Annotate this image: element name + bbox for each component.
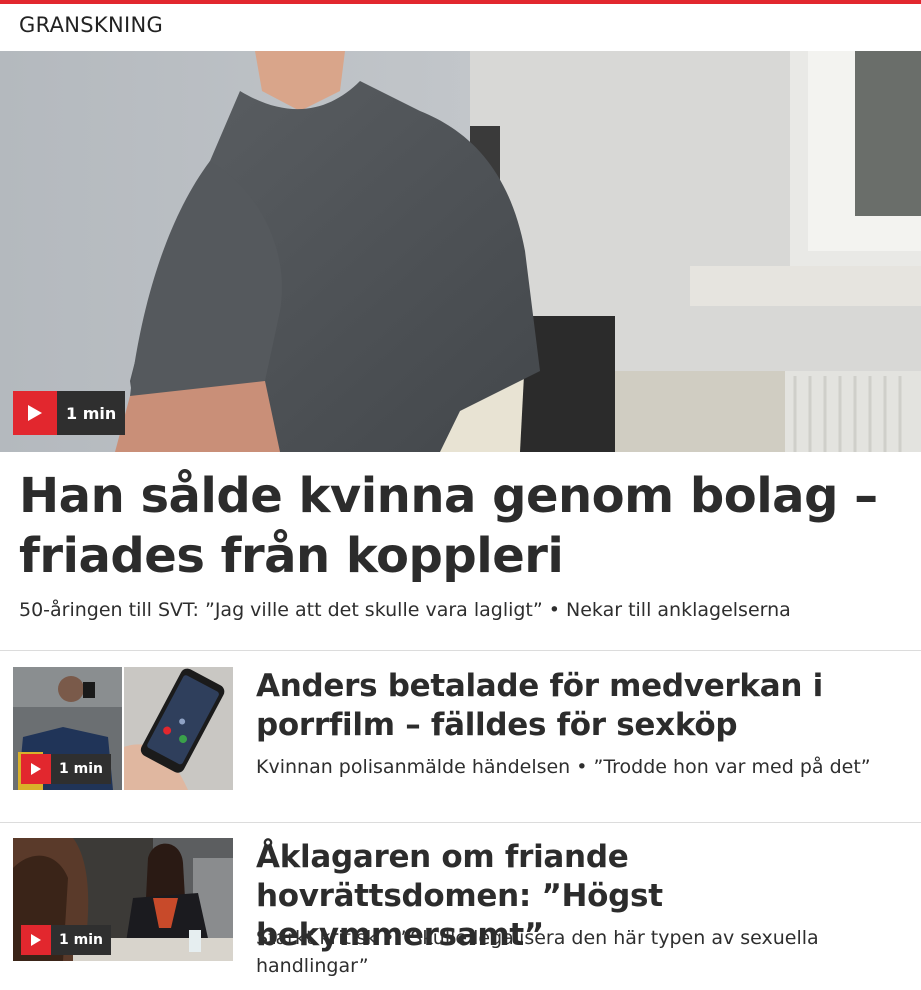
hero-image [0,51,921,452]
hero-video-thumbnail[interactable]: 1 min [0,51,921,452]
divider [0,650,921,651]
article-thumbnail[interactable]: 1 min [13,838,233,961]
divider [0,822,921,823]
hero-headline[interactable]: Han sålde kvinna genom bolag – friades f… [19,466,899,586]
hero-video-badge[interactable]: 1 min [13,391,126,435]
article-video-badge[interactable]: 1 min [21,754,111,784]
play-icon[interactable] [21,754,51,784]
article-video-badge[interactable]: 1 min [21,925,111,955]
video-duration: 1 min [57,391,126,435]
top-accent-bar [0,0,921,4]
article-subheading: Kvinnan polisanmälde händelsen • ”Trodde… [256,756,871,778]
section-label[interactable]: GRANSKNING [19,13,163,37]
article-thumbnail[interactable]: 1 min [13,667,233,790]
hero-subheading: 50-åringen till SVT: ”Jag ville att det … [19,599,791,621]
article-subheading: Starkt kritisk • ”Skulle legalisera den … [256,927,819,977]
article-headline[interactable]: Anders betalade för medverkan i porrfilm… [256,667,911,745]
play-icon[interactable] [21,925,51,955]
play-icon[interactable] [13,391,57,435]
video-duration: 1 min [51,925,111,955]
video-duration: 1 min [51,754,111,784]
